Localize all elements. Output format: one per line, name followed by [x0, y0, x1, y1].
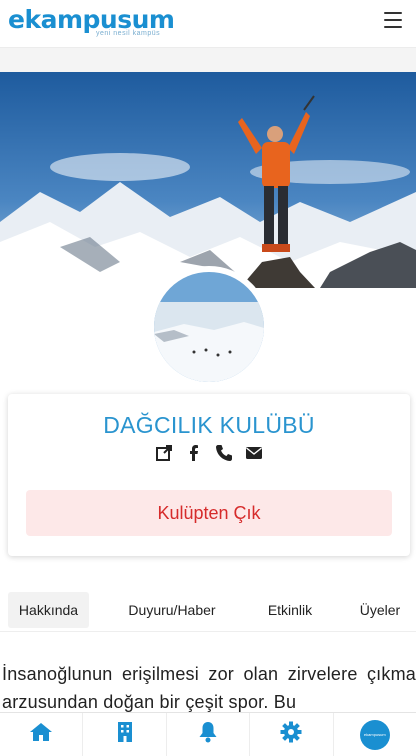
tab-etkinlik[interactable]: Etkinlik — [256, 592, 324, 628]
external-link-icon[interactable] — [155, 444, 173, 462]
app-header: ekampusum yeni nesil kampüs — [0, 0, 416, 48]
about-text: İnsanoğlunun erişilmesi zor olan zirvele… — [2, 664, 416, 712]
bottom-nav: ekampusum — [0, 712, 416, 756]
tab-uyeler[interactable]: Üyeler — [350, 592, 410, 628]
nav-settings[interactable] — [250, 713, 334, 756]
nav-home[interactable] — [0, 713, 84, 756]
home-icon — [29, 722, 53, 747]
leave-club-button[interactable]: Kulüpten Çık — [26, 490, 392, 536]
logo[interactable]: ekampusum yeni nesil kampüs — [8, 6, 175, 38]
header-spacer — [0, 48, 416, 72]
club-avatar[interactable] — [148, 266, 270, 388]
social-links — [8, 444, 410, 462]
logo-tagline: yeni nesil kampüs — [96, 30, 161, 37]
club-title: DAĞCILIK KULÜBÜ — [103, 412, 315, 438]
club-info-card: DAĞCILIK KULÜBÜ Kulüpten Çık — [8, 394, 410, 556]
club-avatar-image — [154, 272, 264, 382]
building-icon — [116, 721, 134, 748]
envelope-icon[interactable] — [245, 444, 263, 462]
tab-duyuru-haber[interactable]: Duyuru/Haber — [114, 592, 230, 628]
gear-icon — [280, 721, 302, 748]
nav-campus[interactable] — [83, 713, 167, 756]
nav-profile[interactable]: ekampusum — [334, 713, 416, 756]
bell-icon — [198, 721, 218, 748]
club-tabs: Hakkında Duyuru/Haber Etkinlik Üyeler — [0, 592, 416, 632]
facebook-icon[interactable] — [185, 444, 203, 462]
nav-notifications[interactable] — [167, 713, 251, 756]
hamburger-icon[interactable] — [384, 12, 402, 28]
profile-avatar: ekampusum — [359, 719, 390, 750]
phone-icon[interactable] — [215, 444, 233, 462]
tab-hakkinda[interactable]: Hakkında — [8, 592, 89, 628]
cover-image — [0, 72, 416, 288]
